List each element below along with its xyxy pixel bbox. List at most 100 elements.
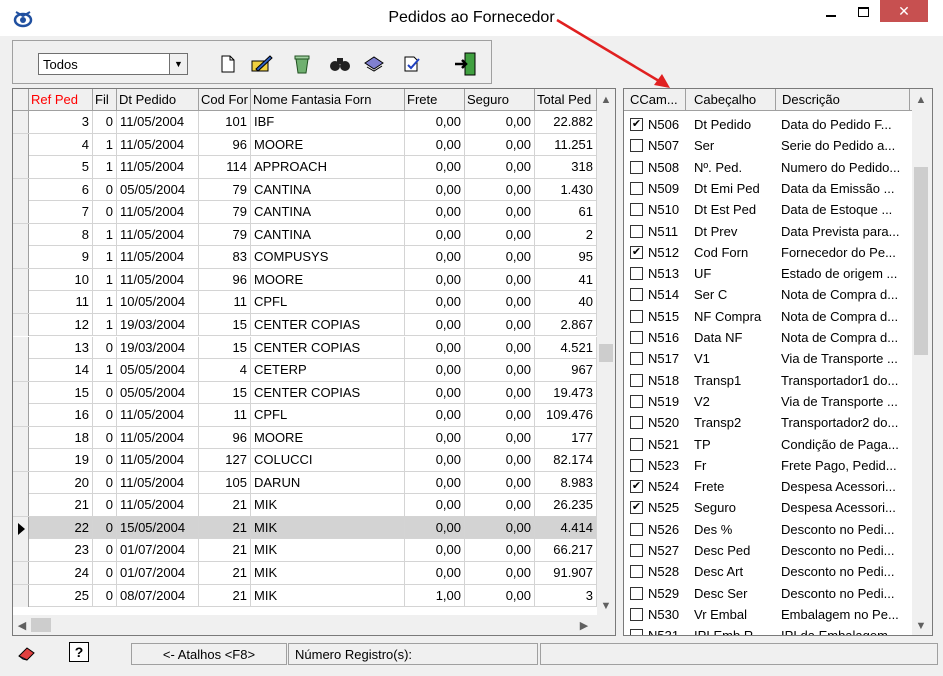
table-cell[interactable]: MIK: [251, 584, 405, 607]
field-checkbox[interactable]: [630, 373, 643, 387]
fields-column-code[interactable]: CCam...: [624, 89, 686, 111]
list-item[interactable]: N526 Des % Desconto no Pedi...: [624, 519, 914, 540]
table-cell[interactable]: 0,00: [465, 426, 535, 449]
list-item[interactable]: N523 Fr Frete Pago, Pedid...: [624, 455, 914, 476]
grid-vertical-thumb[interactable]: [599, 344, 613, 362]
table-cell[interactable]: 3: [535, 584, 597, 607]
table-row[interactable]: 10 1 11/05/2004 96 MOORE 0,00 0,00 41: [13, 268, 597, 292]
field-checkbox[interactable]: [630, 586, 643, 600]
table-cell[interactable]: 11/05/2004: [117, 223, 199, 246]
table-cell[interactable]: 11/05/2004: [117, 246, 199, 269]
table-cell[interactable]: MOORE: [251, 426, 405, 449]
table-cell[interactable]: 0,00: [465, 223, 535, 246]
table-cell[interactable]: 0,00: [405, 539, 465, 562]
row-indicator[interactable]: [13, 313, 29, 336]
table-cell[interactable]: 15: [29, 381, 93, 404]
table-cell[interactable]: IBF: [251, 111, 405, 133]
table-cell[interactable]: 79: [199, 201, 251, 224]
grid-horizontal-thumb[interactable]: [31, 618, 51, 632]
field-checkbox[interactable]: [630, 181, 643, 195]
table-cell[interactable]: 4: [199, 359, 251, 382]
table-cell[interactable]: 0: [93, 111, 117, 133]
scroll-up-icon[interactable]: ▲: [912, 91, 930, 109]
table-row[interactable]: 12 1 19/03/2004 15 CENTER COPIAS 0,00 0,00 2.86…: [13, 313, 597, 337]
filter-select[interactable]: Todos ▼: [38, 53, 188, 75]
field-checkbox[interactable]: [630, 160, 643, 174]
table-cell[interactable]: 22.882: [535, 111, 597, 133]
field-checkbox[interactable]: [630, 203, 643, 217]
grid-column-header[interactable]: Dt Pedido: [117, 89, 199, 111]
table-cell[interactable]: 0: [93, 539, 117, 562]
table-cell[interactable]: 11/05/2004: [117, 471, 199, 494]
table-cell[interactable]: DARUN: [251, 471, 405, 494]
table-cell[interactable]: 0,00: [465, 268, 535, 291]
row-indicator[interactable]: [13, 404, 29, 427]
grid-vertical-scrollbar[interactable]: ▲ ▼: [597, 89, 615, 617]
fields-vertical-scrollbar[interactable]: ▲ ▼: [912, 89, 932, 635]
table-cell[interactable]: 2: [535, 223, 597, 246]
table-cell[interactable]: CANTINA: [251, 223, 405, 246]
table-cell[interactable]: 0,00: [465, 471, 535, 494]
table-cell[interactable]: 4: [29, 133, 93, 156]
table-cell[interactable]: 79: [199, 223, 251, 246]
table-cell[interactable]: 11: [29, 291, 93, 314]
table-cell[interactable]: CENTER COPIAS: [251, 336, 405, 359]
table-cell[interactable]: 0,00: [405, 562, 465, 584]
list-item[interactable]: ✔ N525 Seguro Despesa Acessori...: [624, 497, 914, 518]
table-cell[interactable]: 19/03/2004: [117, 313, 199, 336]
chevron-down-icon[interactable]: ▼: [169, 54, 187, 74]
table-row[interactable]: 21 0 11/05/2004 21 MIK 0,00 0,00 26.235: [13, 494, 597, 517]
table-row[interactable]: 22 0 15/05/2004 21 MIK 0,00 0,00 4.414: [13, 516, 597, 540]
table-cell[interactable]: 0,00: [405, 471, 465, 494]
table-cell[interactable]: 15: [199, 381, 251, 404]
table-cell[interactable]: 1: [93, 223, 117, 246]
field-checkbox[interactable]: [630, 331, 643, 344]
table-cell[interactable]: 21: [199, 494, 251, 517]
table-cell[interactable]: 41: [535, 268, 597, 291]
table-cell[interactable]: 0,00: [405, 516, 465, 539]
fields-vertical-thumb[interactable]: [914, 167, 928, 355]
table-cell[interactable]: 15: [199, 336, 251, 359]
grid-column-header[interactable]: Seguro: [465, 89, 535, 111]
table-cell[interactable]: 0,00: [405, 359, 465, 382]
table-row[interactable]: 19 0 11/05/2004 127 COLUCCI 0,00 0,00 82.174: [13, 449, 597, 472]
row-indicator[interactable]: [13, 426, 29, 449]
table-cell[interactable]: 0: [93, 562, 117, 584]
scroll-right-icon[interactable]: ▶: [575, 616, 593, 634]
table-cell[interactable]: 0,00: [465, 562, 535, 584]
table-cell[interactable]: 0,00: [465, 584, 535, 607]
table-cell[interactable]: 13: [29, 336, 93, 359]
table-cell[interactable]: 177: [535, 426, 597, 449]
table-cell[interactable]: 1: [93, 268, 117, 291]
table-cell[interactable]: 25: [29, 584, 93, 607]
scroll-down-icon[interactable]: ▼: [912, 617, 930, 635]
table-cell[interactable]: 11/05/2004: [117, 449, 199, 472]
list-item[interactable]: N520 Transp2 Transportador2 do...: [624, 412, 914, 433]
grid-column-header[interactable]: Cod For: [199, 89, 251, 111]
table-cell[interactable]: 0: [93, 516, 117, 539]
row-indicator[interactable]: [13, 246, 29, 269]
table-cell[interactable]: 15/05/2004: [117, 516, 199, 539]
grid-column-header[interactable]: Total Ped: [535, 89, 597, 111]
table-cell[interactable]: 3: [29, 111, 93, 133]
table-cell[interactable]: 0,00: [465, 336, 535, 359]
table-cell[interactable]: CANTINA: [251, 178, 405, 201]
table-cell[interactable]: COLUCCI: [251, 449, 405, 472]
table-row[interactable]: 23 0 01/07/2004 21 MIK 0,00 0,00 66.217: [13, 539, 597, 562]
table-cell[interactable]: 9: [29, 246, 93, 269]
row-indicator[interactable]: [13, 201, 29, 224]
table-cell[interactable]: 0,00: [405, 133, 465, 156]
table-cell[interactable]: 0: [93, 178, 117, 201]
table-cell[interactable]: 11/05/2004: [117, 426, 199, 449]
table-cell[interactable]: 01/07/2004: [117, 562, 199, 584]
row-indicator[interactable]: [13, 584, 29, 607]
fields-list[interactable]: CCam... Cabeçalho Descrição ✔ N506 Dt Pedi…: [623, 88, 933, 636]
table-cell[interactable]: 127: [199, 449, 251, 472]
table-cell[interactable]: 1: [93, 359, 117, 382]
table-cell[interactable]: 5: [29, 156, 93, 179]
table-row[interactable]: 6 0 05/05/2004 79 CANTINA 0,00 0,00 1.430: [13, 178, 597, 202]
table-cell[interactable]: 0,00: [405, 336, 465, 359]
table-cell[interactable]: 0,00: [405, 178, 465, 201]
field-checkbox[interactable]: ✔: [630, 118, 643, 131]
field-checkbox[interactable]: [630, 139, 643, 153]
